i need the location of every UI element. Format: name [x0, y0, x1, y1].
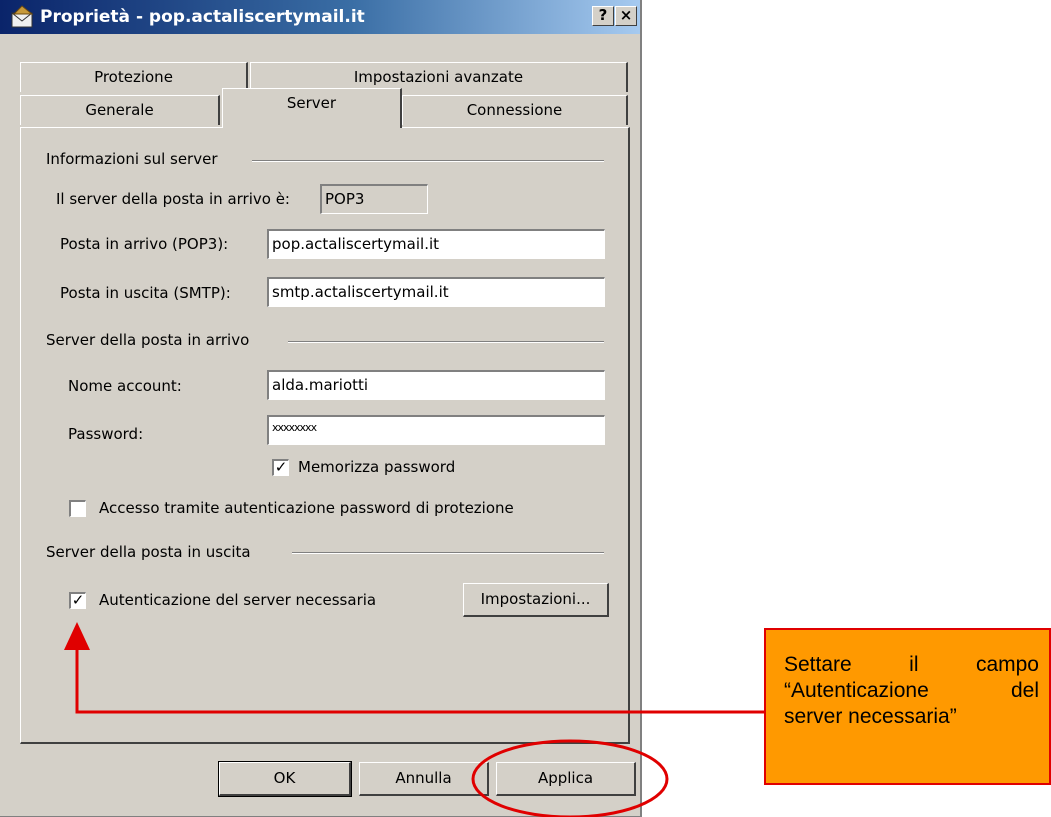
callout-line-3: server necessaria”	[784, 705, 957, 728]
apply-highlight-ellipse	[471, 739, 669, 817]
callout-line-1: Settare il campo	[784, 653, 1039, 676]
annotation-callout: Settare il campo “Autenticazione del ser…	[764, 628, 1051, 785]
callout-line-2: “Autenticazione del	[784, 679, 1039, 702]
tab-server[interactable]: Server	[222, 88, 402, 128]
annotation-arrow-line	[75, 648, 766, 714]
arrow-head-icon	[64, 622, 90, 650]
